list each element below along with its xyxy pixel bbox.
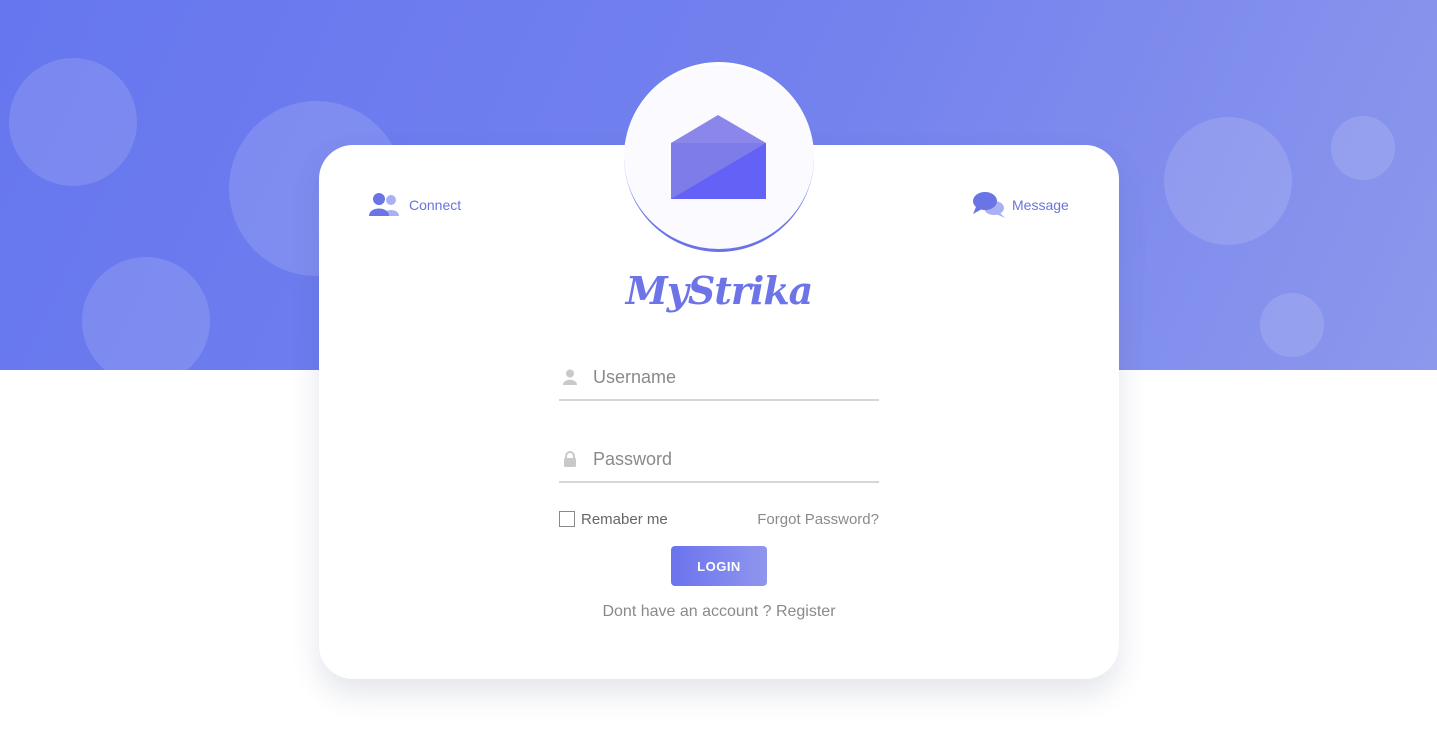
- login-button[interactable]: LOGIN: [671, 546, 767, 586]
- chat-bubbles-icon: [973, 192, 1005, 218]
- remember-me[interactable]: Remaber me: [559, 511, 668, 528]
- logo-badge: [624, 62, 814, 252]
- connect-link[interactable]: Connect: [369, 190, 461, 220]
- remember-checkbox[interactable]: [559, 511, 575, 527]
- decorative-bubble: [1260, 293, 1324, 357]
- decorative-bubble: [82, 257, 210, 370]
- lock-icon: [559, 451, 581, 467]
- connect-label: Connect: [409, 197, 462, 213]
- login-options: Remaber me Forgot Password?: [559, 508, 879, 530]
- password-field: [559, 437, 879, 483]
- forgot-password-link[interactable]: Forgot Password?: [757, 511, 879, 528]
- username-field: [559, 355, 879, 401]
- users-icon: [369, 193, 399, 216]
- message-label: Message: [1012, 197, 1069, 213]
- password-input[interactable]: [591, 447, 865, 471]
- message-link[interactable]: Message: [972, 190, 1069, 220]
- decorative-bubble: [9, 58, 137, 186]
- remember-label: Remaber me: [581, 510, 668, 528]
- username-input[interactable]: [591, 365, 865, 389]
- register-link[interactable]: Register: [776, 603, 836, 620]
- envelope-icon: [671, 115, 766, 199]
- decorative-bubble: [1331, 116, 1395, 180]
- register-prompt-text: Dont have an account ?: [602, 603, 772, 620]
- brand-name: MyStrika: [625, 268, 814, 313]
- register-prompt: Dont have an account ? Register: [519, 603, 919, 621]
- user-icon: [559, 369, 581, 385]
- decorative-bubble: [1164, 117, 1292, 245]
